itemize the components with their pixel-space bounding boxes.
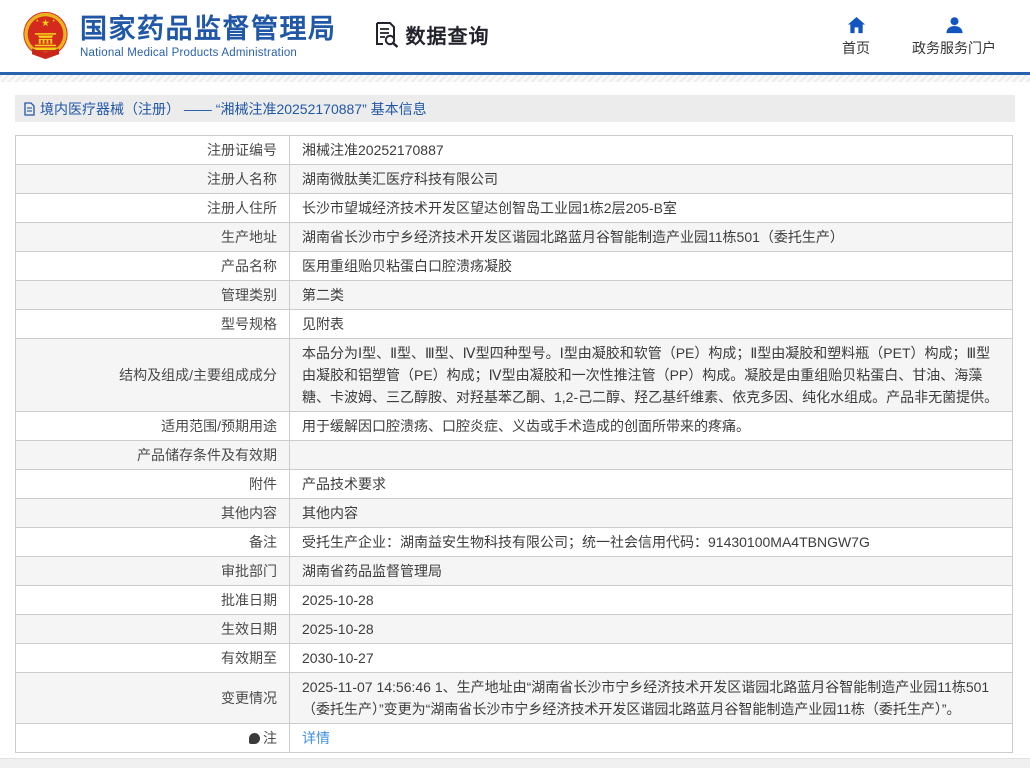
table-row: 产品储存条件及有效期 [16,441,1013,470]
page-title: 数据查询 [406,20,490,49]
row-label: 结构及组成/主要组成成分 [16,339,290,412]
user-icon [945,16,964,35]
row-label: 注册证编号 [16,136,290,165]
table-row: 审批部门湖南省药品监督管理局 [16,557,1013,586]
table-row: 注册人住所长沙市望城经济技术开发区望达创智岛工业园1栋2层205-B室 [16,194,1013,223]
breadcrumb: 境内医疗器械（注册） —— “湘械注准20252170887” 基本信息 [15,95,1015,122]
document-icon [23,102,36,116]
page-footer-strip [0,758,1030,768]
site-title-block: 国家药品监督管理局 National Medical Products Admi… [80,14,337,59]
breadcrumb-text: 境内医疗器械（注册） —— “湘械注准20252170887” 基本信息 [40,99,427,119]
table-row: 变更情况2025-11-07 14:56:46 1、生产地址由“湖南省长沙市宁乡… [16,673,1013,724]
table-row: 有效期至2030-10-27 [16,644,1013,673]
table-row: 产品名称医用重组贻贝粘蛋白口腔溃疡凝胶 [16,252,1013,281]
row-value: 2025-11-07 14:56:46 1、生产地址由“湖南省长沙市宁乡经济技术… [290,673,1013,724]
row-label: 型号规格 [16,310,290,339]
registration-info-table: 注册证编号湘械注准20252170887注册人名称湖南微肽美汇医疗科技有限公司注… [15,135,1013,753]
nav-item-home[interactable]: 首页 [842,16,870,56]
row-label: 生产地址 [16,223,290,252]
header-nav: 首页 政务服务门户 [842,16,996,56]
table-row: 附件产品技术要求 [16,470,1013,499]
row-value [290,441,1013,470]
table-row: 结构及组成/主要组成成分本品分为Ⅰ型、Ⅱ型、Ⅲ型、Ⅳ型四种型号。Ⅰ型由凝胶和软管… [16,339,1013,412]
row-label: 生效日期 [16,615,290,644]
national-emblem-icon [22,10,69,62]
row-value: 见附表 [290,310,1013,339]
row-value: 长沙市望城经济技术开发区望达创智岛工业园1栋2层205-B室 [290,194,1013,223]
stripe-band [0,75,1030,82]
table-row: 管理类别第二类 [16,281,1013,310]
table-row: 适用范围/预期用途用于缓解因口腔溃疡、口腔炎症、义齿或手术造成的创面所带来的疼痛… [16,412,1013,441]
row-label: 审批部门 [16,557,290,586]
row-value: 湖南微肽美汇医疗科技有限公司 [290,165,1013,194]
row-value: 第二类 [290,281,1013,310]
row-label: 变更情况 [16,673,290,724]
info-table-body: 注册证编号湘械注准20252170887注册人名称湖南微肽美汇医疗科技有限公司注… [16,136,1013,753]
row-label: 注册人名称 [16,165,290,194]
row-value: 产品技术要求 [290,470,1013,499]
row-label: 备注 [16,528,290,557]
row-label: 其他内容 [16,499,290,528]
row-value: 本品分为Ⅰ型、Ⅱ型、Ⅲ型、Ⅳ型四种型号。Ⅰ型由凝胶和软管（PE）构成；Ⅱ型由凝胶… [290,339,1013,412]
document-search-icon [373,21,400,48]
row-label: 注 [16,724,290,753]
header: 国家药品监督管理局 National Medical Products Admi… [0,0,1030,72]
row-value: 湖南省长沙市宁乡经济技术开发区谐园北路蓝月谷智能制造产业园11栋501（委托生产… [290,223,1013,252]
table-row: 注册人名称湖南微肽美汇医疗科技有限公司 [16,165,1013,194]
row-value: 用于缓解因口腔溃疡、口腔炎症、义齿或手术造成的创面所带来的疼痛。 [290,412,1013,441]
row-value: 受托生产企业：湖南益安生物科技有限公司；统一社会信用代码：91430100MA4… [290,528,1013,557]
row-label: 适用范围/预期用途 [16,412,290,441]
table-row: 生产地址湖南省长沙市宁乡经济技术开发区谐园北路蓝月谷智能制造产业园11栋501（… [16,223,1013,252]
nav-item-portal[interactable]: 政务服务门户 [912,16,996,56]
row-value: 详情 [290,724,1013,753]
nav-label-home: 首页 [842,40,870,56]
table-row: 注详情 [16,724,1013,753]
table-row: 其他内容其他内容 [16,499,1013,528]
table-row: 注册证编号湘械注准20252170887 [16,136,1013,165]
row-label: 注册人住所 [16,194,290,223]
row-value: 2030-10-27 [290,644,1013,673]
site-title: 国家药品监督管理局 [80,14,337,44]
main-content: 境内医疗器械（注册） —— “湘械注准20252170887” 基本信息 注册证… [0,95,1030,753]
row-value: 2025-10-28 [290,615,1013,644]
row-label: 有效期至 [16,644,290,673]
table-row: 批准日期2025-10-28 [16,586,1013,615]
nav-label-portal: 政务服务门户 [912,40,996,56]
table-row: 型号规格见附表 [16,310,1013,339]
row-label: 管理类别 [16,281,290,310]
row-value: 医用重组贻贝粘蛋白口腔溃疡凝胶 [290,252,1013,281]
note-icon [249,733,260,744]
table-row: 生效日期2025-10-28 [16,615,1013,644]
row-value: 2025-10-28 [290,586,1013,615]
site-subtitle: National Medical Products Administration [80,47,337,59]
row-label: 附件 [16,470,290,499]
home-icon [847,16,866,35]
row-value: 湖南省药品监督管理局 [290,557,1013,586]
row-label: 产品名称 [16,252,290,281]
detail-link[interactable]: 详情 [302,730,330,746]
row-label: 产品储存条件及有效期 [16,441,290,470]
row-value: 湘械注准20252170887 [290,136,1013,165]
data-query-section: 数据查询 [373,20,490,49]
row-label: 批准日期 [16,586,290,615]
row-value: 其他内容 [290,499,1013,528]
table-row: 备注受托生产企业：湖南益安生物科技有限公司；统一社会信用代码：91430100M… [16,528,1013,557]
